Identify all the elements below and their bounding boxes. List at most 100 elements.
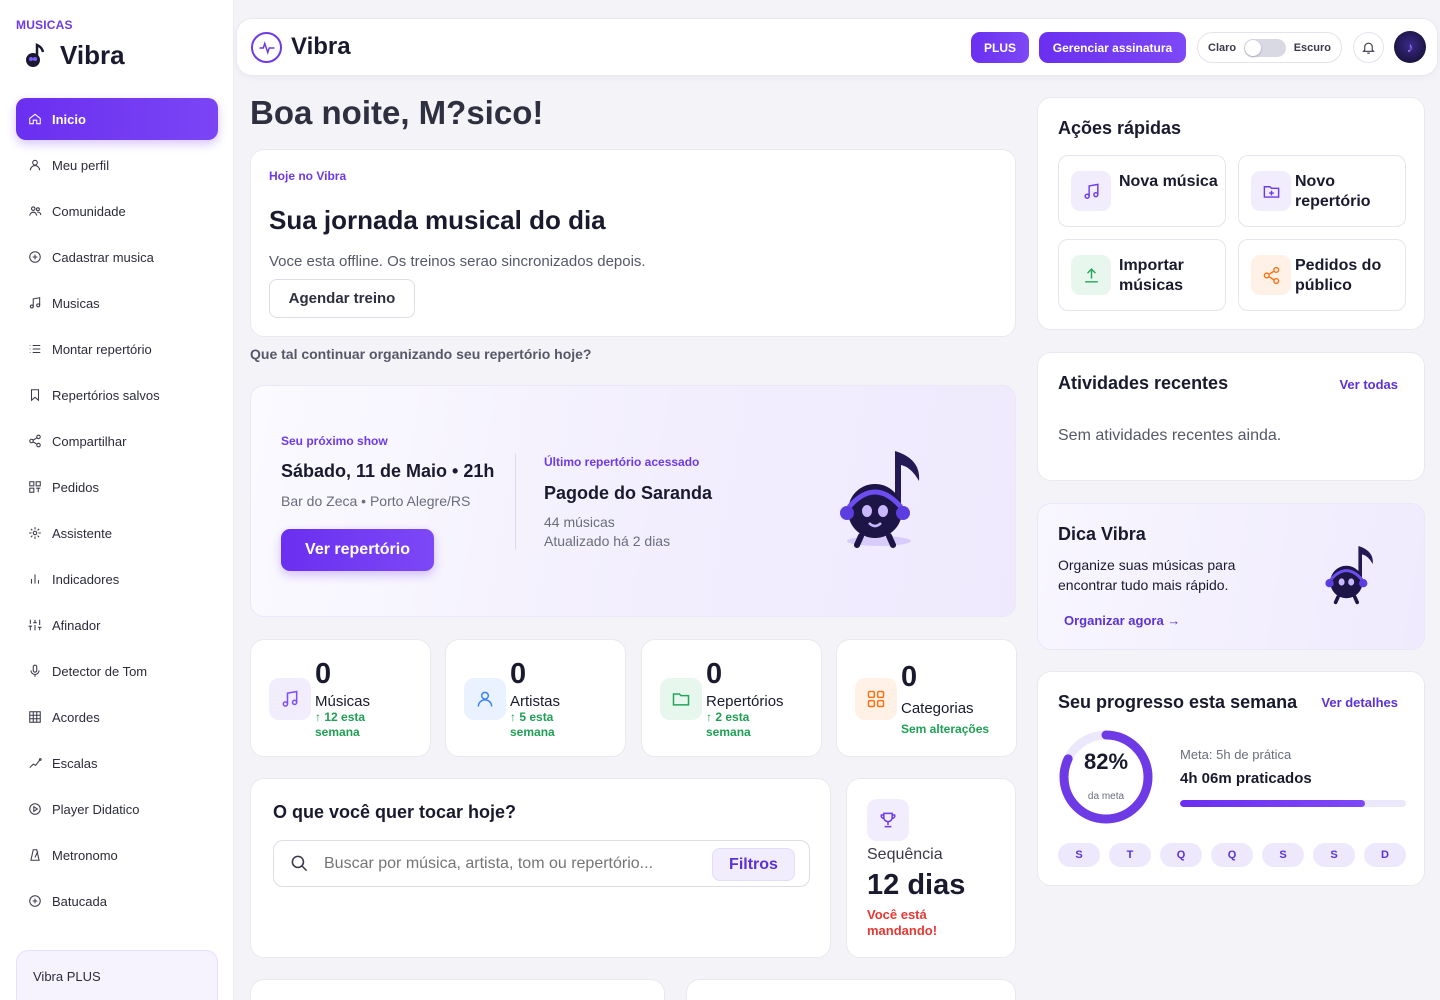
- sidebar-item-montar-repertorio[interactable]: Montar repertório: [16, 328, 218, 370]
- sidebar-item-comunidade[interactable]: Comunidade: [16, 190, 218, 232]
- greeting: Boa noite, M?sico!: [250, 94, 544, 131]
- upload-icon: [1071, 255, 1111, 295]
- sidebar-item-escalas[interactable]: Escalas: [16, 742, 218, 784]
- weekday-pill[interactable]: D: [1364, 843, 1406, 867]
- sidebar-item-label: Musicas: [52, 295, 100, 311]
- share-icon: [28, 434, 42, 448]
- music-note-mascot-icon: [840, 451, 920, 548]
- sidebar-item-metronomo[interactable]: Metronomo: [16, 834, 218, 876]
- stat-delta: ↑ 5 esta semana: [510, 710, 555, 739]
- stat-card-categorias[interactable]: 0 Categorias Sem alterações: [836, 639, 1017, 757]
- weekday-pill[interactable]: S: [1313, 843, 1355, 867]
- manage-subscription-button[interactable]: Gerenciar assinatura: [1039, 32, 1186, 63]
- schedule-practice-button[interactable]: Agendar treino: [269, 279, 415, 318]
- sliders-icon: [28, 618, 42, 632]
- notifications-button[interactable]: [1353, 32, 1384, 63]
- today-tag: Hoje no Vibra: [269, 169, 347, 183]
- view-details-link[interactable]: Ver detalhes: [1321, 695, 1398, 710]
- play-search-card: O que você quer tocar hoje? Filtros: [250, 778, 831, 958]
- new-repertoire-button[interactable]: Novo repertório: [1238, 155, 1406, 227]
- categories-icon: [855, 678, 897, 720]
- sidebar-item-label: Meu perfil: [52, 157, 110, 173]
- quick-action-label: Novo repertório: [1295, 173, 1371, 210]
- theme-light-label: Claro: [1208, 41, 1237, 54]
- recent-empty-message: Sem atividades recentes ainda.: [1058, 427, 1282, 444]
- sidebar-item-batucada[interactable]: Batucada: [16, 880, 218, 922]
- streak-value: 12 dias: [867, 869, 966, 901]
- sidebar-item-pedidos[interactable]: Pedidos: [16, 466, 218, 508]
- brand-name: Vibra: [60, 40, 125, 70]
- sidebar-item-acordes[interactable]: Acordes: [16, 696, 218, 738]
- weekday-pill[interactable]: S: [1262, 843, 1304, 867]
- sidebar-item-detector-de-tom[interactable]: Detector de Tom: [16, 650, 218, 692]
- sidebar-item-afinador[interactable]: Afinador: [16, 604, 218, 646]
- stat-delta: Sem alterações: [901, 722, 990, 736]
- recent-title: Atividades recentes: [1058, 373, 1229, 393]
- stat-card-repertorios[interactable]: 0 Repertórios ↑ 2 esta semana: [641, 639, 822, 757]
- today-card: Hoje no Vibra Sua jornada musical do dia…: [250, 149, 1016, 337]
- search-input[interactable]: [324, 855, 704, 873]
- sidebar-item-indicadores[interactable]: Indicadores: [16, 558, 218, 600]
- theme-switch[interactable]: [1244, 38, 1286, 57]
- sidebar-item-assistente[interactable]: Assistente: [16, 512, 218, 554]
- sidebar-item-inicio[interactable]: Inicio: [16, 98, 218, 140]
- metronome-icon: [28, 848, 42, 862]
- stat-card-musicas[interactable]: 0 Músicas ↑ 12 esta semana: [250, 639, 431, 757]
- weekday-pill[interactable]: Q: [1160, 843, 1202, 867]
- music-note-mascot-small-icon: [1325, 546, 1373, 605]
- streak-card: Sequência 12 dias Você está mandando!: [846, 778, 1016, 958]
- person-icon: [464, 678, 506, 720]
- folder-plus-icon: [1251, 171, 1291, 211]
- divider: [515, 454, 516, 550]
- theme-toggle[interactable]: Claro Escuro: [1197, 32, 1342, 63]
- audience-requests-button[interactable]: Pedidos do público: [1238, 239, 1406, 311]
- stat-value: 0: [510, 658, 527, 690]
- filters-button[interactable]: Filtros: [712, 848, 795, 881]
- sidebar-item-label: Repertórios salvos: [52, 387, 160, 403]
- recent-activity-card: Atividades recentes Ver todas Sem ativid…: [1037, 352, 1425, 481]
- sidebar-item-label: Acordes: [52, 709, 100, 725]
- sidebar-item-compartilhar[interactable]: Compartilhar: [16, 420, 218, 462]
- sidebar-item-label: Compartilhar: [52, 433, 127, 449]
- view-repertoire-button[interactable]: Ver repertório: [281, 529, 434, 571]
- stat-label: Categorias: [901, 700, 974, 717]
- vibra-plus-box[interactable]: Vibra PLUS: [16, 950, 218, 1000]
- app-title: Vibra: [291, 33, 351, 60]
- weekday-pill[interactable]: S: [1058, 843, 1100, 867]
- quick-action-label: Pedidos do público: [1295, 257, 1382, 294]
- organize-now-link[interactable]: Organizar agora →: [1064, 613, 1180, 628]
- weekday-pill[interactable]: Q: [1211, 843, 1253, 867]
- tip-card: Dica Vibra Organize suas músicas para en…: [1037, 503, 1425, 650]
- brand[interactable]: Vibra: [22, 40, 125, 71]
- grid-icon: [28, 480, 42, 494]
- theme-switch-knob: [1245, 39, 1262, 56]
- plus-button[interactable]: PLUS: [971, 32, 1029, 63]
- theme-dark-label: Escuro: [1293, 41, 1331, 54]
- sidebar-nav: Inicio Meu perfil Comunidade Cadastrar musi…: [16, 98, 218, 926]
- progress-title: Seu progresso esta semana: [1058, 692, 1298, 712]
- play-circle-icon: [28, 802, 42, 816]
- sidebar-item-label: Escalas: [52, 755, 98, 771]
- sidebar-item-label: Inicio: [52, 111, 86, 127]
- users-icon: [28, 204, 42, 218]
- sidebar-item-label: Indicadores: [52, 571, 120, 587]
- sidebar-item-repertorios-salvos[interactable]: Repertórios salvos: [16, 374, 218, 416]
- sidebar-item-player-didatico[interactable]: Player Didatico: [16, 788, 218, 830]
- new-song-button[interactable]: Nova música: [1058, 155, 1226, 227]
- import-songs-button[interactable]: Importar músicas: [1058, 239, 1226, 311]
- topbar: Vibra PLUS Gerenciar assinatura Claro Es…: [236, 18, 1438, 76]
- stat-card-artistas[interactable]: 0 Artistas ↑ 5 esta semana: [445, 639, 626, 757]
- sidebar-item-cadastrar-musica[interactable]: Cadastrar musica: [16, 236, 218, 278]
- today-title: Sua jornada musical do dia: [269, 205, 606, 235]
- list-icon: [28, 342, 42, 356]
- sidebar-item-meu-perfil[interactable]: Meu perfil: [16, 144, 218, 186]
- plus-circle-icon: [28, 250, 42, 264]
- view-all-link[interactable]: Ver todas: [1339, 377, 1398, 392]
- sidebar-item-musicas[interactable]: Musicas: [16, 282, 218, 324]
- search-icon: [290, 854, 309, 873]
- next-show-date: Sábado, 11 de Maio • 21h: [281, 461, 495, 481]
- weekday-pill[interactable]: T: [1109, 843, 1151, 867]
- sidebar-item-label: Montar repertório: [52, 341, 152, 357]
- progress-ring: 82% da meta: [1058, 729, 1154, 825]
- avatar[interactable]: ♪: [1394, 31, 1426, 63]
